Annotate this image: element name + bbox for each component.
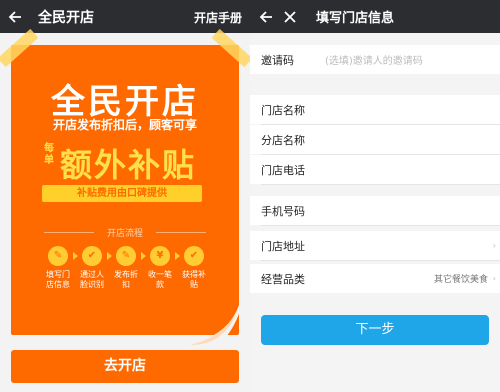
flow-step: ✔ 获得补贴 bbox=[180, 246, 208, 290]
check-icon: ✔ bbox=[82, 246, 102, 266]
back-button[interactable] bbox=[0, 0, 30, 33]
chevron-right-icon: › bbox=[492, 274, 496, 283]
field-label: 分店名称 bbox=[261, 133, 305, 147]
store-name-field[interactable]: 门店名称 bbox=[250, 95, 500, 124]
flow-step-label: 填写门店信息 bbox=[46, 270, 70, 289]
branch-name-field[interactable]: 分店名称 bbox=[250, 125, 500, 154]
field-label: 手机号码 bbox=[261, 204, 305, 218]
business-category-field[interactable]: 经营品类 其它餐饮美食 › bbox=[250, 264, 500, 293]
divider bbox=[261, 225, 500, 226]
yuan-icon: ¥ bbox=[150, 246, 170, 266]
flow-step-label: 通过人脸识别 bbox=[80, 270, 104, 289]
per-order-label: 每单 bbox=[44, 143, 54, 166]
pencil-icon: ✎ bbox=[48, 246, 68, 266]
flow-step-label: 收一笔款 bbox=[148, 270, 172, 289]
field-label: 门店电话 bbox=[261, 163, 305, 177]
field-label: 经营品类 bbox=[261, 272, 305, 286]
back-button[interactable] bbox=[254, 0, 278, 33]
check-icon: ✔ bbox=[184, 246, 204, 266]
chevron-right-icon: › bbox=[492, 241, 496, 250]
divider bbox=[261, 260, 500, 261]
top-bar: 全民开店 开店手册 bbox=[0, 0, 250, 33]
poster-slogan: 开店发布折扣后，顾客可享 bbox=[52, 118, 197, 132]
invite-code-field[interactable]: 邀请码 (选填)邀请人的邀请码 bbox=[250, 45, 500, 74]
flow-step-label: 获得补贴 bbox=[182, 270, 206, 289]
store-phone-field[interactable]: 门店电话 bbox=[250, 155, 500, 184]
page-title: 填写门店信息 bbox=[316, 11, 395, 26]
next-step-button[interactable]: 下一步 bbox=[261, 315, 489, 345]
divider bbox=[156, 232, 206, 233]
flow-step: ✔ 通过人脸识别 bbox=[78, 246, 106, 290]
flow-title: 开店流程 bbox=[106, 229, 143, 239]
divider bbox=[261, 184, 500, 185]
category-value: 其它餐饮美食 bbox=[433, 275, 488, 285]
arrow-left-icon bbox=[259, 10, 272, 23]
flow-step-label: 发布折扣 bbox=[114, 270, 138, 289]
field-label: 门店地址 bbox=[261, 239, 305, 253]
field-label: 邀请码 bbox=[261, 53, 294, 67]
subsidy-note: 补贴费用由口碑提供 bbox=[42, 185, 202, 202]
mobile-number-field[interactable]: 手机号码 bbox=[250, 196, 500, 225]
page-title: 全民开店 bbox=[38, 9, 94, 26]
close-button[interactable] bbox=[278, 0, 302, 33]
manual-link[interactable]: 开店手册 bbox=[194, 9, 242, 26]
arrow-left-icon bbox=[8, 10, 21, 23]
store-address-field[interactable]: 门店地址 › bbox=[250, 231, 500, 260]
flow-step: ✎ 发布折扣 bbox=[112, 246, 140, 290]
pencil-icon: ✎ bbox=[116, 246, 136, 266]
page-curl-icon bbox=[186, 305, 242, 349]
screenshot-root: 全民开店 开店手册 全民开店 开店发布折扣后，顾客可享 每单 额外补贴 补贴费用… bbox=[0, 0, 500, 392]
flow-step: ✎ 填写门店信息 bbox=[44, 246, 72, 290]
extra-subsidy-heading: 额外补贴 bbox=[60, 146, 197, 184]
open-store-button[interactable]: 去开店 bbox=[11, 350, 239, 383]
close-icon bbox=[284, 10, 296, 23]
flow-steps: ✎ 填写门店信息 ✔ 通过人脸识别 ✎ 发布折扣 ¥ 收一笔款 ✔ 获得补贴 bbox=[44, 246, 208, 306]
field-label: 门店名称 bbox=[261, 103, 305, 117]
flow-step: ¥ 收一笔款 bbox=[146, 246, 174, 290]
left-screen: 全民开店 开店手册 全民开店 开店发布折扣后，顾客可享 每单 额外补贴 补贴费用… bbox=[0, 0, 250, 392]
right-screen: 填写门店信息 邀请码 (选填)邀请人的邀请码 门店名称 分店名称 门店电话 手机… bbox=[250, 0, 500, 392]
invite-code-placeholder: (选填)邀请人的邀请码 bbox=[325, 56, 423, 67]
top-bar: 填写门店信息 bbox=[250, 0, 500, 33]
